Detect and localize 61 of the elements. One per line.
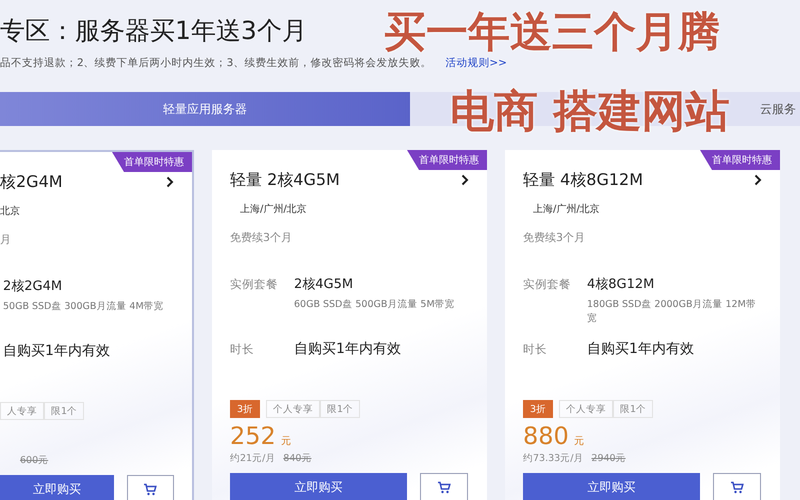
monthly-price: 约21元/月 (230, 452, 276, 465)
renew-text: 免费续3个月 (523, 230, 586, 245)
tab[interactable]: 云服务 (756, 92, 800, 126)
tag: 3折 (523, 400, 554, 418)
cart-icon (437, 480, 451, 494)
tag: 3折 (230, 400, 260, 418)
buy-button[interactable]: 立即购买 (0, 475, 114, 500)
tag: 个人专享 (266, 400, 320, 418)
spec-description: 50GB SSD盘 300GB月流量 4M带宽 (3, 300, 164, 314)
cart-icon (730, 480, 744, 494)
price-unit: 元 (280, 435, 291, 448)
tag: 个人专享 (559, 400, 614, 418)
rules-link[interactable]: 活动规则>> (445, 56, 507, 70)
page-title: 专区：服务器买1年送3个月 (0, 15, 307, 47)
caption-text: 电商 搭建网站 (450, 85, 730, 139)
original-price: 600元 (20, 454, 48, 467)
promo-badge: 首单限时特惠 (700, 150, 780, 170)
region-text: 上海/广州/北京 (239, 202, 308, 216)
chevron-right-icon[interactable] (166, 176, 174, 188)
buy-button[interactable]: 立即购买 (230, 473, 407, 500)
cart-icon (143, 482, 158, 496)
spec-description: 60GB SSD盘 500GB月流量 5M带宽 (294, 298, 455, 312)
renew-text: 免费续3个月 (230, 230, 293, 245)
chevron-right-icon[interactable] (754, 174, 762, 186)
duration-value: 自购买1年内有效 (587, 340, 694, 358)
price: 252 (230, 422, 276, 450)
original-price: 840元 (283, 452, 312, 465)
tag: 人专享 (0, 402, 44, 420)
tag: 限1个 (613, 400, 654, 418)
promo-badge: 首单限时特惠 (112, 152, 192, 172)
tab[interactable]: 轻量应用服务器 (0, 92, 410, 126)
cart-button[interactable] (420, 473, 468, 500)
tag: 限1个 (44, 402, 84, 420)
notice-text: 品不支持退款；2、续费下单后两小时内生效；3、续费生效前，修改密码将会发放失败。 (0, 56, 432, 70)
duration-value: 自购买1年内有效 (294, 340, 401, 358)
spec-value: 4核8G12M (587, 276, 656, 293)
spec-value: 2核2G4M (3, 278, 64, 295)
price: 880 (523, 422, 569, 450)
field-label: 实例套餐 (523, 276, 571, 293)
product-title: 轻量 2核4G5M (230, 170, 340, 190)
field-label: 时长 (230, 341, 255, 358)
region-text: 上海/广州/北京 (532, 202, 601, 216)
product-title: 核2G4M (0, 172, 63, 192)
cart-button[interactable] (713, 473, 761, 500)
spec-description: 180GB SSD盘 2000GB月流量 12M带宽 (587, 298, 757, 326)
price-unit: 元 (574, 435, 584, 448)
original-price: 2940元 (591, 452, 626, 465)
duration-value: 自购买1年内有效 (2, 342, 110, 360)
renew-text: 月 (0, 232, 12, 247)
region-text: 北京 (0, 204, 21, 218)
caption-text: 买一年送三个月腾 (384, 6, 720, 57)
monthly-price: 约73.33元/月 (523, 452, 584, 465)
tag: 限1个 (320, 400, 360, 418)
spec-value: 2核4G5M (294, 276, 354, 293)
field-label: 时长 (523, 341, 548, 358)
field-label: 实例套餐 (230, 276, 278, 293)
promo-badge: 首单限时特惠 (407, 150, 487, 170)
buy-button[interactable]: 立即购买 (523, 473, 700, 500)
product-title: 轻量 4核8G12M (523, 170, 644, 190)
chevron-right-icon[interactable] (461, 174, 469, 186)
cart-button[interactable] (126, 475, 174, 500)
